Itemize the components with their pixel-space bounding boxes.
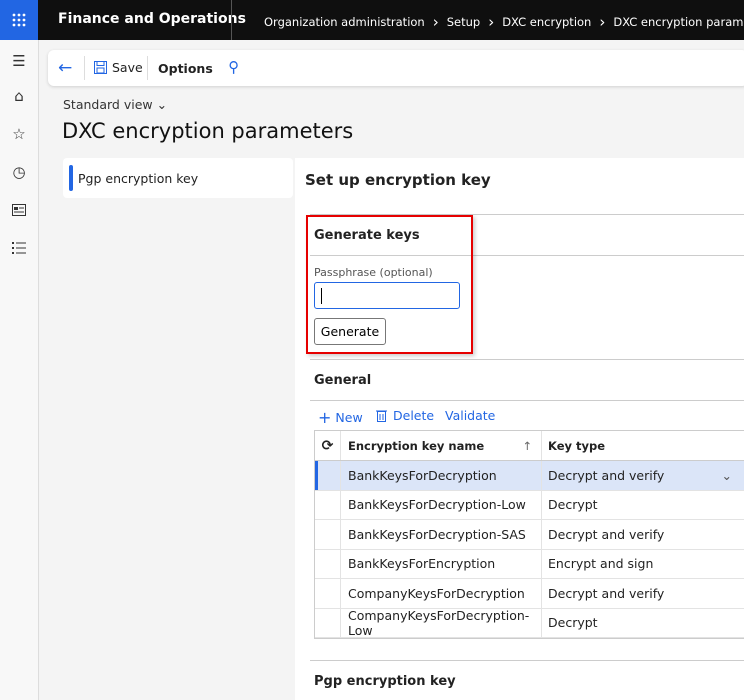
divider [310, 660, 744, 661]
divider [310, 359, 744, 360]
highlight-box [306, 215, 473, 354]
save-icon [94, 61, 107, 74]
side-nav: ☰ ⌂ ☆ ◷ [0, 40, 39, 700]
cell-text: CompanyKeysForDecryption-Low [348, 607, 530, 638]
cell-text: BankKeysForDecryption-SAS [348, 526, 526, 542]
new-button[interactable]: + New [318, 408, 363, 427]
pgp-key-header[interactable]: Pgp encryption key [314, 674, 456, 689]
cell-key-type[interactable]: Decrypt and verify ⌄ [542, 461, 744, 490]
cell-text: BankKeysForDecryption-Low [348, 497, 526, 513]
validate-button[interactable]: Validate [445, 408, 495, 423]
app-title: Finance and Operations [58, 11, 246, 27]
save-label: Save [112, 60, 143, 75]
star-icon[interactable]: ☆ [8, 123, 30, 145]
table-row[interactable]: CompanyKeysForDecryption Decrypt and ver… [315, 579, 744, 609]
list-icon[interactable] [8, 237, 30, 259]
cell-key-type[interactable]: Decrypt [542, 491, 744, 520]
section-title: Set up encryption key [305, 171, 491, 189]
cell-text: Encrypt and sign [548, 556, 654, 572]
page-title: DXC encryption parameters [62, 119, 354, 143]
column-label: Encryption key name [348, 438, 485, 453]
table-row[interactable]: CompanyKeysForDecryption-Low Decrypt [315, 607, 744, 638]
action-pane: ← Save Options ⚲ [48, 50, 744, 86]
row-selector[interactable] [315, 579, 341, 608]
row-selector[interactable] [315, 461, 341, 490]
back-button[interactable]: ← [58, 58, 72, 78]
view-label: Standard view [63, 97, 153, 112]
cell-key-type[interactable]: Decrypt and verify [542, 579, 744, 608]
row-selector[interactable] [315, 490, 341, 519]
divider [231, 0, 232, 40]
column-label: Key type [548, 438, 606, 453]
new-label: New [335, 410, 363, 425]
breadcrumb-item[interactable]: DXC encryption parameters [613, 15, 744, 29]
table-row[interactable]: BankKeysForEncryption Encrypt and sign [315, 549, 744, 579]
breadcrumb-item[interactable]: Setup [447, 15, 480, 29]
cell-text: Decrypt and verify [548, 585, 665, 601]
hamburger-icon[interactable]: ☰ [8, 50, 30, 72]
cell-text: Decrypt [548, 615, 598, 631]
cell-key-name[interactable]: BankKeysForDecryption-Low [341, 490, 542, 519]
divider [147, 56, 148, 80]
plus-icon: + [318, 408, 332, 427]
delete-label: Delete [393, 408, 435, 423]
cell-key-type[interactable]: Decrypt and verify [542, 520, 744, 549]
column-header-name[interactable]: Encryption key name ↑ [341, 431, 542, 460]
column-header-type[interactable]: Key type [542, 431, 744, 460]
cell-text: BankKeysForDecryption [348, 467, 497, 483]
breadcrumb: Organization administration › Setup › DXC … [264, 13, 744, 31]
options-tab[interactable]: Options [158, 61, 213, 76]
view-selector[interactable]: Standard view ⌄ [63, 97, 167, 112]
save-button[interactable]: Save [94, 60, 143, 75]
left-pane-item-pgp[interactable]: Pgp encryption key [63, 158, 293, 198]
breadcrumb-item[interactable]: Organization administration [264, 15, 425, 29]
search-icon[interactable]: ⚲ [228, 58, 239, 76]
workspace-icon[interactable] [8, 199, 30, 221]
general-header[interactable]: General [314, 373, 371, 388]
selected-indicator [69, 165, 73, 191]
chevron-right-icon: › [488, 13, 495, 31]
cell-key-type[interactable]: Decrypt [542, 609, 744, 638]
cell-text: BankKeysForEncryption [348, 556, 496, 572]
cell-key-name[interactable]: CompanyKeysForDecryption [341, 579, 542, 608]
refresh-icon[interactable]: ⟳ [315, 431, 341, 460]
table-row[interactable]: BankKeysForDecryption Decrypt and verify… [315, 461, 744, 491]
cell-key-name[interactable]: CompanyKeysForDecryption-Low [341, 607, 542, 638]
clock-icon[interactable]: ◷ [8, 161, 30, 183]
row-selector[interactable] [315, 608, 341, 637]
table-row[interactable]: BankKeysForDecryption-Low Decrypt [315, 490, 744, 520]
cell-text: Decrypt and verify [548, 526, 665, 542]
row-selector[interactable] [315, 520, 341, 549]
app-launcher-button[interactable] [0, 0, 38, 40]
divider [84, 56, 85, 80]
chevron-down-icon: ⌄ [156, 97, 168, 112]
cell-key-type[interactable]: Encrypt and sign [542, 550, 744, 579]
chevron-right-icon: › [599, 13, 606, 31]
chevron-right-icon: › [432, 13, 439, 31]
breadcrumb-item[interactable]: DXC encryption [502, 15, 591, 29]
row-selector[interactable] [315, 549, 341, 578]
cell-text: CompanyKeysForDecryption [348, 585, 525, 601]
divider [310, 400, 744, 401]
grid-header: ⟳ Encryption key name ↑ Key type [315, 431, 744, 461]
cell-text: Decrypt and verify [548, 467, 665, 483]
chevron-down-icon[interactable]: ⌄ [722, 468, 732, 483]
table-row[interactable]: BankKeysForDecryption-SAS Decrypt and ve… [315, 520, 744, 550]
cell-key-name[interactable]: BankKeysForDecryption-SAS [341, 520, 542, 549]
item-label: Pgp encryption key [78, 171, 199, 186]
encryption-keys-grid: ⟳ Encryption key name ↑ Key type BankKeys… [314, 430, 744, 639]
cell-text: Decrypt [548, 497, 598, 513]
home-icon[interactable]: ⌂ [8, 85, 30, 107]
trash-icon [376, 410, 387, 422]
sort-ascending-icon: ↑ [522, 438, 532, 453]
delete-button[interactable]: Delete [376, 408, 434, 423]
cell-key-name[interactable]: BankKeysForDecryption [341, 461, 542, 490]
cell-key-name[interactable]: BankKeysForEncryption [341, 549, 542, 578]
waffle-icon [12, 13, 26, 27]
